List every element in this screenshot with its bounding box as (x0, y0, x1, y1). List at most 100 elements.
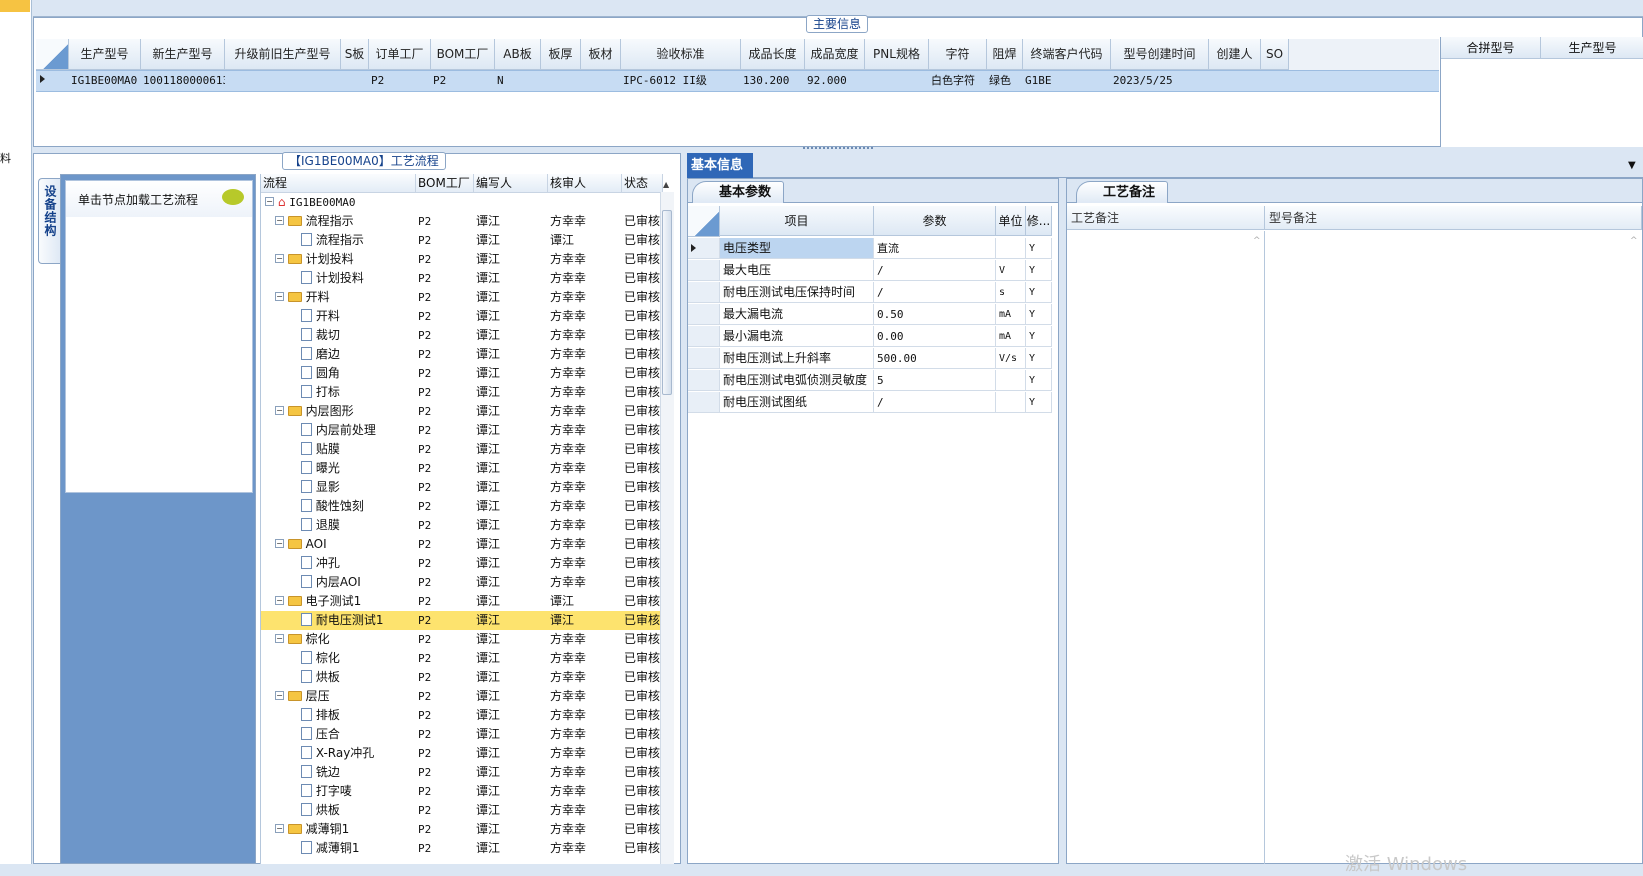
col-auditor[interactable]: 核审人 (548, 174, 622, 193)
param-row[interactable]: 最小漏电流 0.00 mA Y (687, 326, 1059, 348)
collapse-icon[interactable]: − (275, 216, 284, 225)
main-cell-17[interactable] (1209, 71, 1261, 91)
tree-row[interactable]: 打字唛 P2 谭江 方幸幸 已审核 (261, 782, 663, 801)
tree-row[interactable]: 酸性蚀刻 P2 谭江 方幸幸 已审核 (261, 497, 663, 516)
tree-row[interactable]: 显影 P2 谭江 方幸幸 已审核 (261, 478, 663, 497)
production-model-header[interactable]: 生产型号 (1541, 37, 1643, 59)
collapse-icon[interactable]: − (275, 406, 284, 415)
tree-row[interactable]: 压合 P2 谭江 方幸幸 已审核 (261, 725, 663, 744)
main-cell-3[interactable] (341, 71, 369, 91)
main-col-3[interactable]: S板 (341, 39, 369, 70)
left-strip-selection[interactable] (0, 0, 30, 12)
collapse-icon[interactable]: − (265, 197, 274, 206)
param-value[interactable]: / (874, 282, 996, 303)
tree-row[interactable]: − 开料 P2 谭江 方幸幸 已审核 (261, 288, 663, 307)
tree-row[interactable]: 流程指示 P2 谭江 谭江 已审核 (261, 231, 663, 250)
process-note-textarea[interactable] (1067, 231, 1265, 864)
main-col-12[interactable]: PNL规格 (865, 39, 929, 70)
tree-row[interactable]: − 流程指示 P2 谭江 方幸幸 已审核 (261, 212, 663, 231)
tree-row[interactable]: 磨边 P2 谭江 方幸幸 已审核 (261, 345, 663, 364)
tree-row[interactable]: − AOI P2 谭江 方幸幸 已审核 (261, 535, 663, 554)
tree-row[interactable]: 耐电压测试1 P2 谭江 谭江 已审核 (261, 611, 663, 630)
params-col-value[interactable]: 参数 (874, 206, 996, 236)
col-writer[interactable]: 编写人 (474, 174, 548, 193)
main-cell-16[interactable]: 2023/5/25 (1111, 71, 1209, 91)
merged-model-header[interactable]: 合拼型号 (1441, 37, 1541, 59)
dropdown-arrow-icon[interactable]: ▼ (1628, 160, 1636, 171)
main-col-17[interactable]: 创建人 (1209, 39, 1261, 70)
tab-basic-params[interactable]: 基本参数 (692, 181, 785, 203)
main-col-6[interactable]: AB板 (495, 39, 541, 70)
param-value[interactable]: 直流 (874, 238, 996, 259)
tree-row[interactable]: 开料 P2 谭江 方幸幸 已审核 (261, 307, 663, 326)
collapse-icon[interactable]: − (275, 596, 284, 605)
tree-row[interactable]: 贴膜 P2 谭江 方幸幸 已审核 (261, 440, 663, 459)
tree-row[interactable]: X-Ray冲孔 P2 谭江 方幸幸 已审核 (261, 744, 663, 763)
param-value[interactable]: / (874, 392, 996, 413)
main-cell-14[interactable]: 绿色 (987, 71, 1023, 91)
main-cell-8[interactable] (581, 71, 621, 91)
collapse-icon[interactable]: − (275, 691, 284, 700)
collapse-icon[interactable]: − (275, 824, 284, 833)
params-grid-corner[interactable] (688, 206, 720, 237)
tree-row[interactable]: 曝光 P2 谭江 方幸幸 已审核 (261, 459, 663, 478)
main-cell-6[interactable]: N (495, 71, 541, 91)
tree-row[interactable]: 退膜 P2 谭江 方幸幸 已审核 (261, 516, 663, 535)
main-col-2[interactable]: 升级前旧生产型号 (225, 39, 341, 70)
param-row[interactable]: 最大漏电流 0.50 mA Y (687, 304, 1059, 326)
tree-row[interactable]: − 内层图形 P2 谭江 方幸幸 已审核 (261, 402, 663, 421)
main-col-11[interactable]: 成品宽度 (805, 39, 865, 70)
tree-row[interactable]: 减薄铜1 P2 谭江 方幸幸 已审核 (261, 839, 663, 858)
main-cell-15[interactable]: G1BE (1023, 71, 1111, 91)
tree-row[interactable]: 排板 P2 谭江 方幸幸 已审核 (261, 706, 663, 725)
main-cell-5[interactable]: P2 (431, 71, 495, 91)
scroll-up-icon[interactable]: ▲ (663, 180, 669, 189)
tree-row[interactable]: 烘板 P2 谭江 方幸幸 已审核 (261, 668, 663, 687)
main-cell-13[interactable]: 白色字符 (929, 71, 987, 91)
tree-row[interactable]: 铣边 P2 谭江 方幸幸 已审核 (261, 763, 663, 782)
main-col-15[interactable]: 终端客户代码 (1023, 39, 1111, 70)
tree-scroll-thumb[interactable] (662, 210, 672, 395)
main-col-18[interactable]: SO (1261, 39, 1289, 70)
tree-row[interactable]: − 电子测试1 P2 谭江 谭江 已审核 (261, 592, 663, 611)
tree-row[interactable]: 打标 P2 谭江 方幸幸 已审核 (261, 383, 663, 402)
tree-row[interactable]: 圆角 P2 谭江 方幸幸 已审核 (261, 364, 663, 383)
tree-row[interactable]: − 层压 P2 谭江 方幸幸 已审核 (261, 687, 663, 706)
main-cell-11[interactable]: 92.000 (805, 71, 865, 91)
param-value[interactable]: 5 (874, 370, 996, 391)
model-note-scroll-up-icon[interactable]: ^ (1630, 236, 1638, 246)
main-col-14[interactable]: 阻焊 (987, 39, 1023, 70)
main-cell-18[interactable] (1261, 71, 1289, 91)
collapse-icon[interactable]: − (275, 254, 284, 263)
param-value[interactable]: / (874, 260, 996, 281)
param-value[interactable]: 0.50 (874, 304, 996, 325)
equipment-structure-tab[interactable]: 设备结构 (38, 178, 60, 264)
main-col-7[interactable]: 板厚 (541, 39, 581, 70)
main-col-8[interactable]: 板材 (581, 39, 621, 70)
tree-root[interactable]: − ⌂ IG1BE00MA0 (261, 193, 663, 212)
main-col-9[interactable]: 验收标准 (621, 39, 741, 70)
main-cell-2[interactable] (225, 71, 341, 91)
param-value[interactable]: 500.00 (874, 348, 996, 369)
collapse-icon[interactable]: − (275, 539, 284, 548)
main-cell-9[interactable]: IPC-6012 II级 (621, 71, 741, 91)
model-note-textarea[interactable] (1266, 231, 1642, 864)
main-cell-4[interactable]: P2 (369, 71, 431, 91)
tree-row[interactable]: 计划投料 P2 谭江 方幸幸 已审核 (261, 269, 663, 288)
main-col-10[interactable]: 成品长度 (741, 39, 805, 70)
main-cell-7[interactable] (541, 71, 581, 91)
main-col-13[interactable]: 字符 (929, 39, 987, 70)
nav-header[interactable]: 单击节点加载工艺流程 (66, 181, 252, 217)
main-cell-1[interactable]: 10011800006135 (141, 71, 225, 91)
main-col-1[interactable]: 新生产型号 (141, 39, 225, 70)
tree-row[interactable]: − 减薄铜1 P2 谭江 方幸幸 已审核 (261, 820, 663, 839)
main-col-16[interactable]: 型号创建时间 (1111, 39, 1209, 70)
tree-row[interactable]: 裁切 P2 谭江 方幸幸 已审核 (261, 326, 663, 345)
collapse-icon[interactable]: − (275, 292, 284, 301)
tree-row[interactable]: 内层AOI P2 谭江 方幸幸 已审核 (261, 573, 663, 592)
tree-row[interactable]: 冲孔 P2 谭江 方幸幸 已审核 (261, 554, 663, 573)
tab-process-notes[interactable]: 工艺备注 (1076, 181, 1169, 203)
tree-row[interactable]: 棕化 P2 谭江 方幸幸 已审核 (261, 649, 663, 668)
params-col-item[interactable]: 项目 (720, 206, 874, 236)
tree-row[interactable]: 内层前处理 P2 谭江 方幸幸 已审核 (261, 421, 663, 440)
